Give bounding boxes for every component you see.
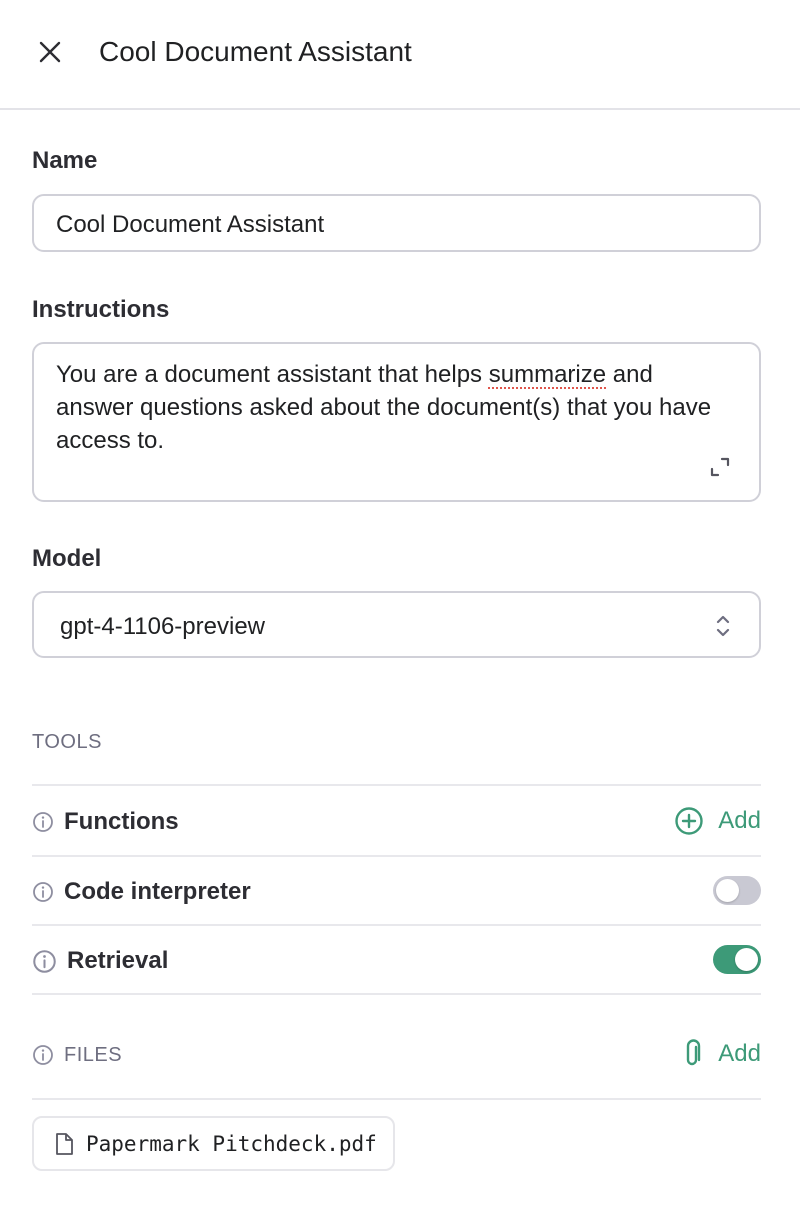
info-icon[interactable] bbox=[32, 881, 54, 903]
plus-circle-icon bbox=[675, 807, 703, 835]
tool-row-retrieval: Retrieval bbox=[32, 939, 761, 983]
tool-row-code-interpreter: Code interpreter bbox=[32, 870, 761, 914]
files-header-row: FILES Add bbox=[32, 1033, 761, 1077]
files-section-title: FILES bbox=[64, 1043, 123, 1066]
retrieval-toggle[interactable] bbox=[713, 945, 761, 974]
code-interpreter-label: Code interpreter bbox=[64, 878, 251, 905]
tools-section-title: TOOLS bbox=[32, 731, 102, 753]
divider bbox=[32, 993, 761, 995]
panel-header: Cool Document Assistant bbox=[0, 0, 800, 110]
misspelled-word: summarize bbox=[488, 361, 607, 388]
model-select-value: gpt-4-1106-preview bbox=[60, 613, 265, 640]
info-icon[interactable] bbox=[32, 949, 57, 974]
instructions-label: Instructions bbox=[32, 296, 170, 323]
add-file-button[interactable]: Add bbox=[680, 1039, 761, 1069]
name-label: Name bbox=[32, 147, 98, 174]
divider bbox=[32, 855, 761, 857]
chevron-up-down-icon bbox=[716, 615, 730, 637]
add-function-button[interactable]: Add bbox=[674, 806, 761, 836]
toggle-knob bbox=[716, 879, 739, 902]
functions-label: Functions bbox=[64, 808, 179, 835]
close-icon bbox=[39, 41, 61, 63]
expand-icon[interactable] bbox=[709, 456, 731, 478]
info-icon[interactable] bbox=[32, 1044, 54, 1066]
instructions-text: You are a document assistant that helps … bbox=[56, 361, 712, 454]
instructions-textarea[interactable]: You are a document assistant that helps … bbox=[32, 342, 761, 502]
file-name: Papermark Pitchdeck.pdf bbox=[86, 1131, 377, 1156]
info-icon[interactable] bbox=[32, 811, 54, 833]
divider bbox=[32, 784, 761, 786]
tool-row-functions: Functions Add bbox=[32, 800, 761, 844]
page-title: Cool Document Assistant bbox=[99, 36, 412, 67]
model-select[interactable]: gpt-4-1106-preview bbox=[32, 591, 761, 658]
paperclip-icon bbox=[687, 1039, 701, 1066]
add-function-label: Add bbox=[718, 807, 761, 834]
name-input[interactable]: Cool Document Assistant bbox=[32, 194, 761, 252]
divider bbox=[32, 924, 761, 926]
model-label: Model bbox=[32, 545, 102, 572]
name-input-value: Cool Document Assistant bbox=[56, 211, 325, 238]
retrieval-label: Retrieval bbox=[67, 947, 169, 974]
file-chip[interactable]: Papermark Pitchdeck.pdf bbox=[32, 1116, 395, 1171]
code-interpreter-toggle[interactable] bbox=[713, 876, 761, 905]
divider bbox=[32, 1098, 761, 1100]
file-icon bbox=[56, 1132, 73, 1155]
add-file-label: Add bbox=[718, 1040, 761, 1067]
close-button[interactable] bbox=[30, 32, 70, 72]
toggle-knob bbox=[735, 948, 758, 971]
